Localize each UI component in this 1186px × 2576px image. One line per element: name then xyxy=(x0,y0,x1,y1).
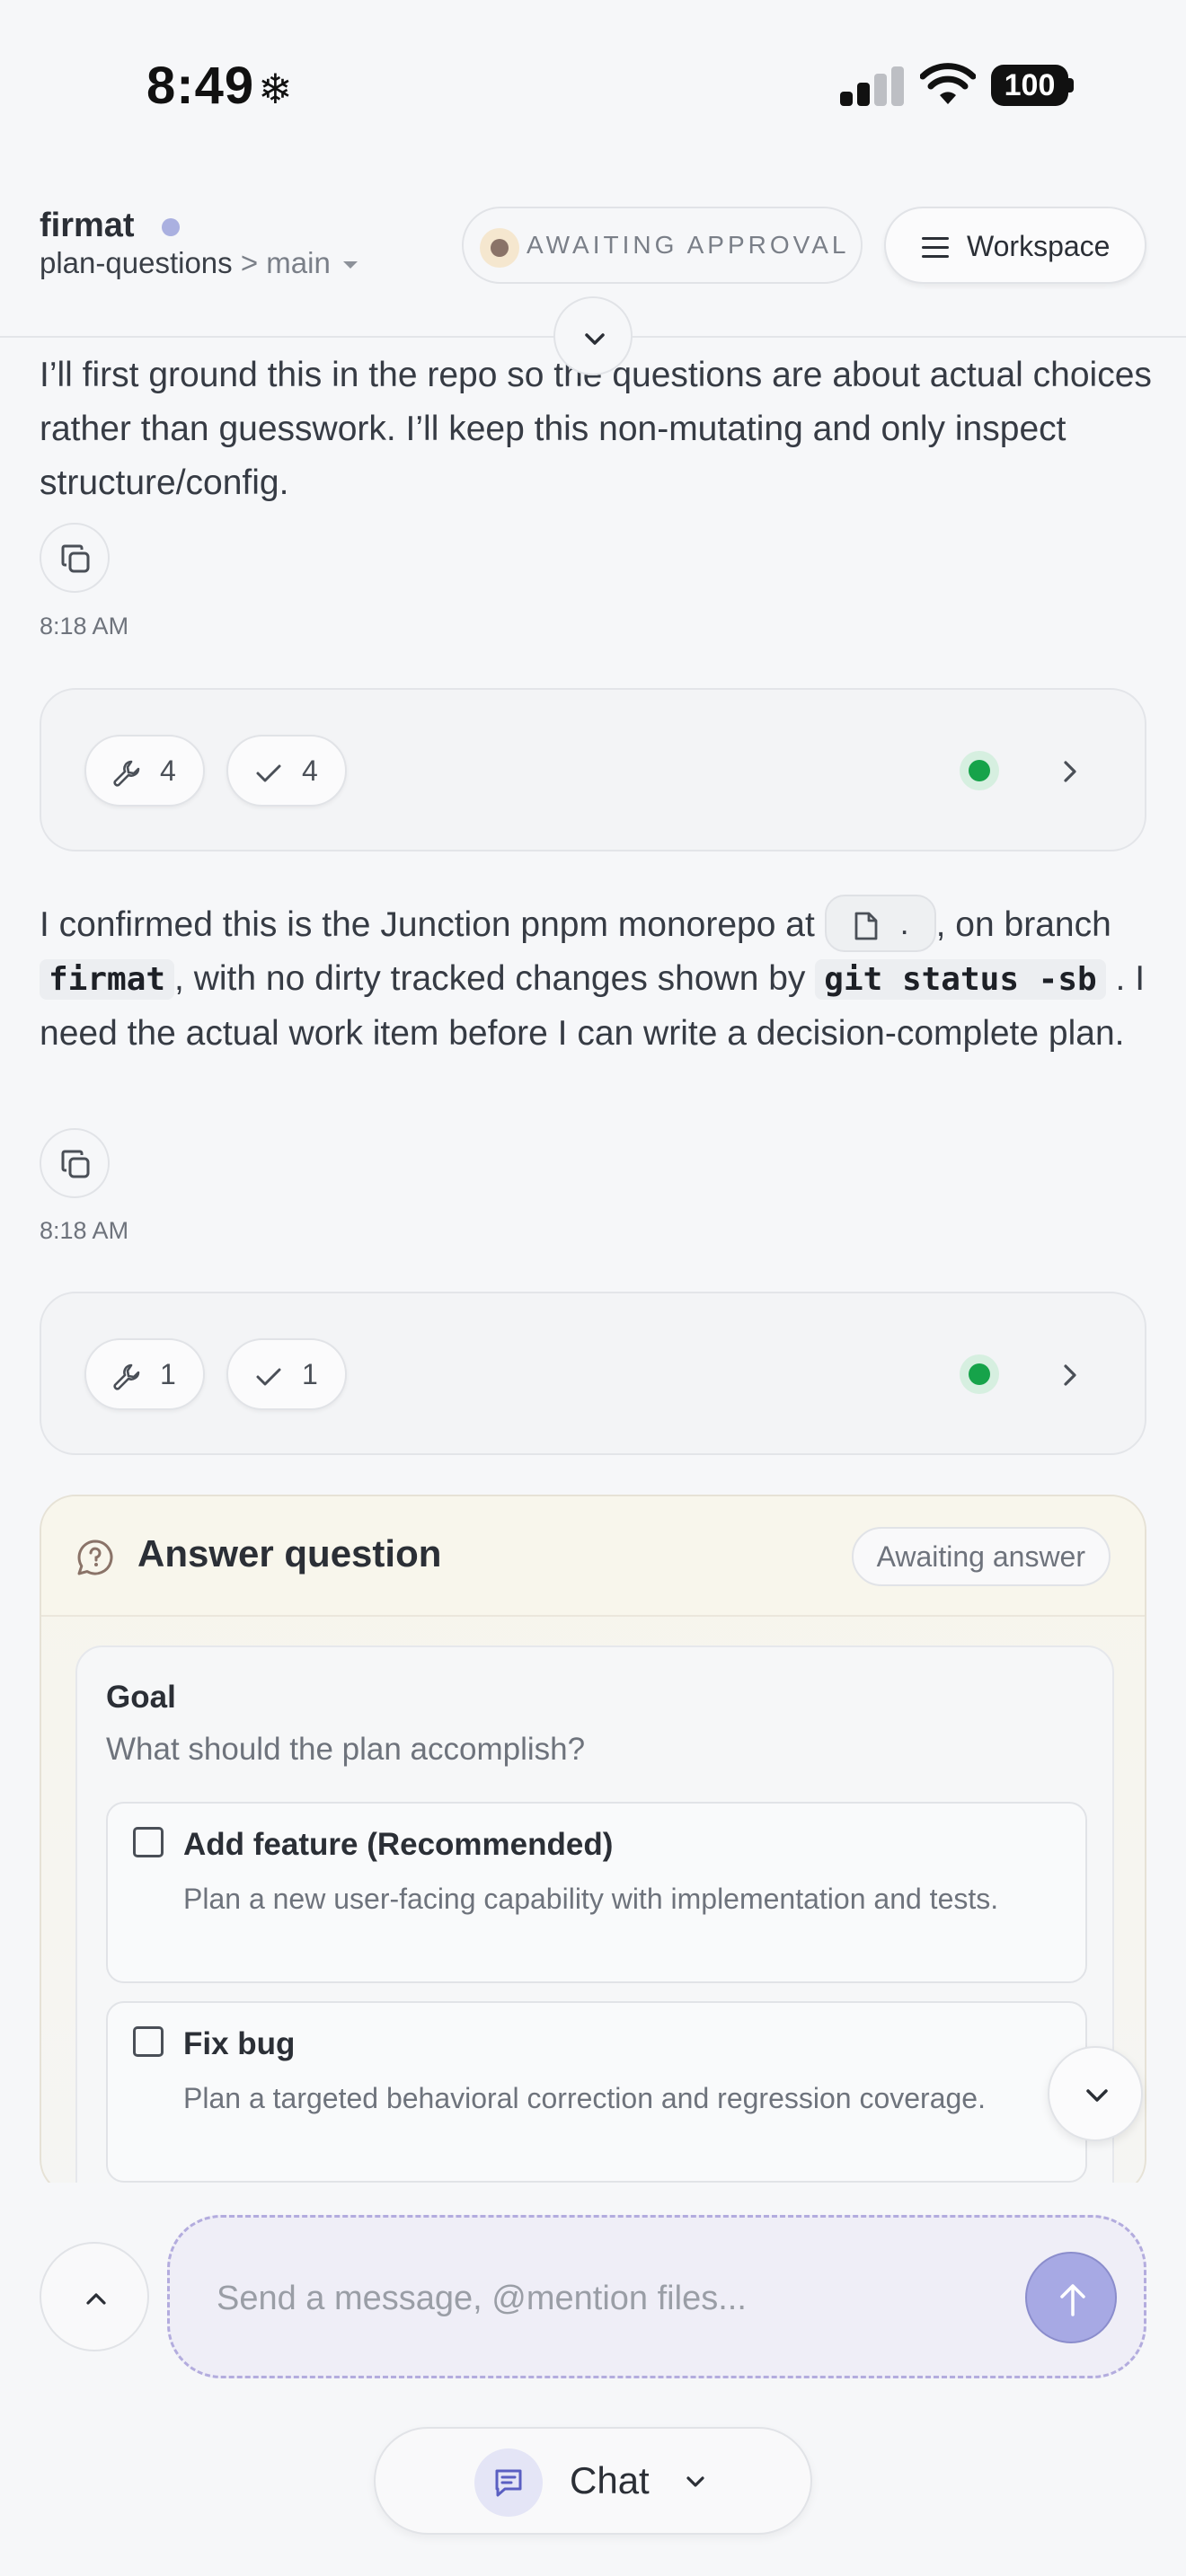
project-status-dot xyxy=(162,218,180,236)
option-description: Plan a targeted behavioral correction an… xyxy=(183,2082,986,2114)
check-count: 1 xyxy=(302,1358,318,1390)
message-timestamp: 8:18 AM xyxy=(40,613,129,640)
workspace-button[interactable]: Workspace xyxy=(884,207,1146,284)
checkbox[interactable] xyxy=(133,1827,164,1857)
wifi-icon xyxy=(920,63,976,104)
battery-level: 100 xyxy=(991,65,1068,106)
workspace-button-label: Workspace xyxy=(967,230,1111,262)
arrow-up-icon xyxy=(1060,2284,1085,2316)
check-icon xyxy=(256,1368,281,1386)
project-name[interactable]: firmat xyxy=(40,207,135,245)
branch-selector[interactable]: plan-questions > main xyxy=(40,246,358,280)
copy-message-button[interactable] xyxy=(40,1128,110,1198)
question-block: Goal What should the plan accomplish? Ad… xyxy=(75,1645,1114,2193)
check-count: 4 xyxy=(302,754,318,787)
option-description: Plan a new user-facing capability with i… xyxy=(183,1883,999,1915)
question-prompt: What should the plan accomplish? xyxy=(106,1732,586,1767)
question-card-title: Answer question xyxy=(137,1532,442,1575)
message-text: , on branch xyxy=(935,905,1111,944)
awaiting-answer-badge: Awaiting answer xyxy=(851,1527,1111,1586)
send-button[interactable] xyxy=(1025,2252,1117,2343)
branch-target: main xyxy=(266,246,331,279)
tool-count: 4 xyxy=(160,754,176,787)
branch-name: plan-questions xyxy=(40,246,233,279)
question-bubble-icon xyxy=(77,1539,113,1575)
caret-down-icon xyxy=(342,261,358,269)
clock: 8:49❄ xyxy=(146,56,294,116)
clock-time: 8:49 xyxy=(146,57,255,115)
option-label: Add feature (Recommended) xyxy=(183,1827,614,1862)
menu-icon xyxy=(922,237,949,259)
tool-activity-card[interactable]: 4 4 xyxy=(40,688,1146,851)
option-label: Fix bug xyxy=(183,2026,296,2061)
tool-activity-card[interactable]: 1 1 xyxy=(40,1292,1146,1455)
wrench-icon xyxy=(113,1363,140,1390)
status-dot-icon xyxy=(480,228,519,268)
checkbox[interactable] xyxy=(133,2026,164,2057)
copy-icon xyxy=(61,544,90,573)
chat-icon-circle xyxy=(474,2448,543,2517)
check-count-chip[interactable]: 4 xyxy=(226,735,347,807)
scroll-to-bottom-button[interactable] xyxy=(1048,2046,1143,2141)
chevron-right-icon xyxy=(1064,1364,1076,1386)
tool-count-chip[interactable]: 1 xyxy=(84,1338,205,1410)
message-text: , with no dirty tracked changes shown by xyxy=(174,959,806,998)
tool-count: 1 xyxy=(160,1358,176,1390)
session-status-label: AWAITING APPROVAL xyxy=(527,231,850,259)
success-status-dot xyxy=(960,1354,999,1394)
chevron-down-icon xyxy=(1086,2089,1108,2102)
chat-bubble-icon xyxy=(495,2469,522,2497)
mode-label: Chat xyxy=(570,2459,650,2501)
copy-message-button[interactable] xyxy=(40,523,110,593)
question-card-header: Answer question Awaiting answer xyxy=(41,1496,1145,1617)
check-icon xyxy=(256,764,281,782)
message-timestamp: 8:18 AM xyxy=(40,1217,129,1244)
chevron-right-icon xyxy=(1064,761,1076,782)
collapse-header-button[interactable] xyxy=(553,296,633,375)
success-status-dot xyxy=(960,751,999,790)
composer-area: Chat xyxy=(0,2183,1186,2576)
message-composer[interactable] xyxy=(167,2215,1146,2378)
tool-count-chip[interactable]: 4 xyxy=(84,735,205,807)
message-text: I confirmed this is the Junction pnpm mo… xyxy=(40,905,815,944)
chevron-up-icon xyxy=(86,2293,106,2305)
file-reference-label: . xyxy=(899,904,909,941)
copy-icon xyxy=(61,1150,90,1178)
status-bar: 8:49❄ 100 xyxy=(0,0,1186,171)
inline-code: firmat xyxy=(40,959,175,1000)
option-add-feature[interactable]: Add feature (Recommended) Plan a new use… xyxy=(106,1802,1087,1983)
mode-selector[interactable]: Chat xyxy=(374,2427,812,2535)
inline-code: git status -sb xyxy=(815,959,1106,1000)
branch-separator: > xyxy=(240,246,259,279)
message-input[interactable] xyxy=(217,2263,953,2334)
assistant-message: I confirmed this is the Junction pnpm mo… xyxy=(40,894,1154,1061)
session-status-badge: AWAITING APPROVAL xyxy=(462,207,863,284)
scroll-up-button[interactable] xyxy=(40,2242,149,2351)
wrench-icon xyxy=(113,760,140,787)
chevron-down-icon xyxy=(686,2476,704,2487)
snowflake-icon: ❄ xyxy=(258,66,294,112)
answer-question-card: Answer question Awaiting answer Goal Wha… xyxy=(40,1495,1146,2195)
check-count-chip[interactable]: 1 xyxy=(226,1338,347,1410)
chevron-down-icon xyxy=(585,333,605,345)
file-icon xyxy=(854,912,878,940)
file-reference-chip[interactable]: . xyxy=(824,894,936,952)
battery-icon: 100 xyxy=(991,65,1074,106)
cellular-signal-icon xyxy=(840,66,905,106)
option-fix-bug[interactable]: Fix bug Plan a targeted behavioral corre… xyxy=(106,2001,1087,2183)
question-heading: Goal xyxy=(106,1680,176,1715)
